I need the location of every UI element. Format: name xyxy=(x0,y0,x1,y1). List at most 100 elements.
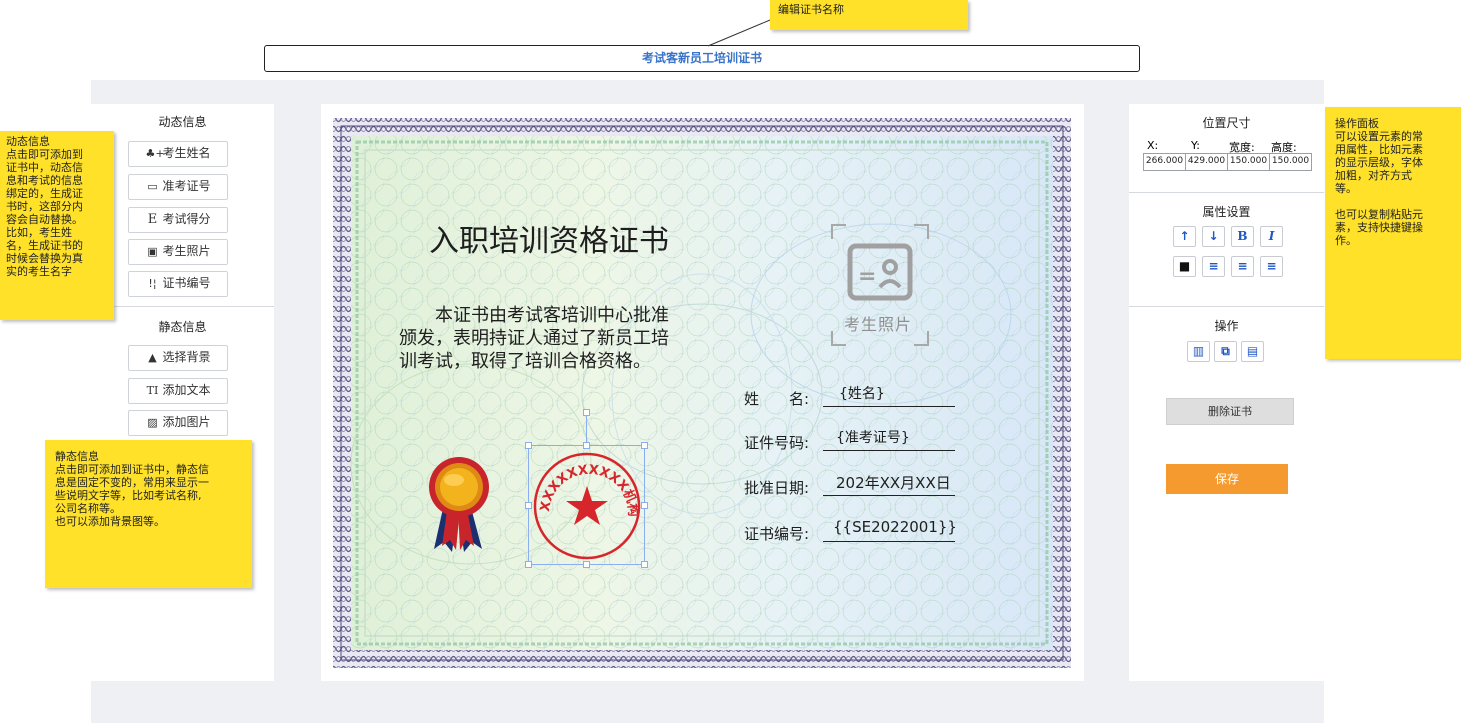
trash-icon: ▥ xyxy=(1192,344,1205,358)
callout-line: 实的考生名字 xyxy=(6,265,72,278)
callout-spacer xyxy=(1335,195,1451,208)
color-block-icon: ■ xyxy=(1178,259,1191,273)
arrow-down-icon: ↓ xyxy=(1208,229,1219,243)
seal-selection-box[interactable]: XXXXXXXXXX机构 xyxy=(525,409,648,568)
photo-label: 考生照片 xyxy=(844,315,913,334)
italic-button[interactable]: I xyxy=(1260,226,1283,247)
x-label: X: xyxy=(1147,139,1159,152)
field-underline xyxy=(823,495,955,496)
height-input[interactable]: 150.000 xyxy=(1269,153,1312,171)
button-label: 选择背景 xyxy=(162,350,211,364)
field-underline xyxy=(823,450,955,451)
certificate-body-line-3[interactable]: 训考试，取得了培训合格资格。 xyxy=(399,350,651,373)
resize-handle[interactable] xyxy=(525,442,532,449)
ops-title: 操作 xyxy=(1214,319,1239,333)
field-label-name: 姓 名: xyxy=(744,390,810,408)
callout-edit-name: 编辑证书名称 xyxy=(770,0,968,30)
landscape-icon: ▲ xyxy=(148,351,157,364)
callout-line: 时候会替换为真 xyxy=(6,252,83,265)
choose-background-button[interactable]: ▲ 选择背景 xyxy=(128,345,228,371)
bold-button[interactable]: B xyxy=(1231,226,1254,247)
field-underline xyxy=(823,541,955,542)
y-input[interactable]: 429.000 xyxy=(1185,153,1228,171)
field-underline xyxy=(823,406,955,407)
add-image-button[interactable]: ▨ 添加图片 xyxy=(128,410,228,436)
x-input[interactable]: 266.000 xyxy=(1143,153,1186,171)
rotate-handle[interactable] xyxy=(583,409,590,416)
panel-divider xyxy=(1129,306,1324,307)
align-left-icon: ≡ xyxy=(1208,259,1219,273)
y-label: Y: xyxy=(1191,139,1200,152)
field-value-id[interactable]: {准考证号} xyxy=(836,427,910,447)
resize-handle[interactable] xyxy=(525,502,532,509)
add-text-button[interactable]: TI 添加文本 xyxy=(128,378,228,404)
callout-line: 息和考试的信息 xyxy=(6,174,83,187)
align-right-button[interactable]: ≡ xyxy=(1260,256,1283,277)
bring-forward-button[interactable]: ↑ xyxy=(1173,226,1196,247)
callout-line: 用属性，比如元素 xyxy=(1335,143,1423,156)
callout-line: 比如，考生姓 xyxy=(6,226,72,239)
button-label: 考生姓名 xyxy=(162,146,211,160)
send-backward-button[interactable]: ↓ xyxy=(1202,226,1225,247)
callout-line: 操作面板 xyxy=(1335,117,1379,130)
field-label-number: 证书编号: xyxy=(744,525,810,543)
callout-line: 的显示层级，字体 xyxy=(1335,156,1423,169)
delete-certificate-button[interactable]: 删除证书 xyxy=(1166,398,1294,425)
svg-text:=: = xyxy=(858,264,876,289)
certificate-body-line-2[interactable]: 颁发，表明持证人通过了新员工培 xyxy=(399,327,669,350)
bold-icon: B xyxy=(1237,229,1248,243)
callout-pointer xyxy=(707,19,771,47)
attr-title: 属性设置 xyxy=(1202,205,1251,219)
callout-line: 可以设置元素的常 xyxy=(1335,130,1423,143)
callout-line: 加粗，对齐方式 xyxy=(1335,169,1412,182)
copy-icon: ⧉ xyxy=(1221,344,1230,358)
delete-element-button[interactable]: ▥ xyxy=(1187,341,1210,362)
rotate-handle-line xyxy=(586,416,587,442)
resize-handle[interactable] xyxy=(583,561,590,568)
add-name-button[interactable]: ♣+考生姓名 xyxy=(128,141,228,167)
copy-button[interactable]: ⧉ xyxy=(1214,341,1237,362)
seal-stamp: XXXXXXXXXX机构 xyxy=(533,452,641,560)
certificate-heading[interactable]: 入职培训资格证书 xyxy=(429,216,669,260)
resize-handle[interactable] xyxy=(583,442,590,449)
callout-line: 素，支持快捷键操 xyxy=(1335,221,1423,234)
field-value-name[interactable]: {姓名} xyxy=(839,383,885,403)
fill-color-button[interactable]: ■ xyxy=(1173,256,1196,277)
save-button[interactable]: 保存 xyxy=(1166,464,1288,494)
button-label: 证书编号 xyxy=(162,276,211,290)
add-photo-button[interactable]: ▣ 考生照片 xyxy=(128,239,228,265)
align-center-button[interactable]: ≡ xyxy=(1231,256,1254,277)
certificate-canvas[interactable]: 入职培训资格证书 本证书由考试客培训中心批准 颁发，表明持证人通过了新员工培 训… xyxy=(321,104,1084,681)
candidate-photo-placeholder[interactable]: = 考生照片 xyxy=(830,223,930,347)
paste-button[interactable]: ▤ xyxy=(1241,341,1264,362)
certificate-body-line-1[interactable]: 本证书由考试客培训中心批准 xyxy=(435,304,669,327)
align-right-icon: ≡ xyxy=(1266,259,1277,273)
add-ticket-button[interactable]: ▭ 准考证号 xyxy=(128,174,228,200)
callout-line: 绑定的，生成证 xyxy=(6,187,83,200)
field-value-number[interactable]: {{SE2022001}} xyxy=(833,518,957,536)
callout-static-info: 静态信息 点击即可添加到证书中，静态信 息是固定不变的，常用来显示一 些说明文字… xyxy=(45,440,252,588)
panel-divider xyxy=(1129,192,1324,193)
add-score-button[interactable]: E 考试得分 xyxy=(128,207,228,233)
align-left-button[interactable]: ≡ xyxy=(1202,256,1225,277)
medal-ribbon-icon[interactable] xyxy=(424,454,494,559)
width-input[interactable]: 150.000 xyxy=(1227,153,1270,171)
callout-line: 公司名称等。 xyxy=(55,502,121,515)
field-value-date[interactable]: 202年XX月XX日 xyxy=(836,472,951,493)
callout-line: 也可以添加背景图等。 xyxy=(55,515,165,528)
italic-icon: I xyxy=(1268,229,1275,243)
add-cert-number-button[interactable]: !¦ 证书编号 xyxy=(128,271,228,297)
text-icon: TI xyxy=(146,384,159,397)
left-panel: 动态信息 ♣+考生姓名 ▭ 准考证号 E 考试得分 ▣ 考生照片 !¦ 证书编号 静态信… xyxy=(91,104,274,681)
callout-operation-panel: 操作面板 可以设置元素的常 用属性，比如元素 的显示层级，字体 加粗，对齐方式 … xyxy=(1325,107,1461,359)
resize-handle[interactable] xyxy=(641,561,648,568)
star-icon xyxy=(566,486,608,525)
resize-handle[interactable] xyxy=(525,561,532,568)
button-label: 添加图片 xyxy=(162,415,211,429)
callout-line: 静态信息 xyxy=(55,450,99,463)
panel-divider xyxy=(91,306,274,307)
button-label: 准考证号 xyxy=(162,179,211,193)
paste-icon: ▤ xyxy=(1246,344,1259,358)
resize-handle[interactable] xyxy=(641,442,648,449)
resize-handle[interactable] xyxy=(641,502,648,509)
